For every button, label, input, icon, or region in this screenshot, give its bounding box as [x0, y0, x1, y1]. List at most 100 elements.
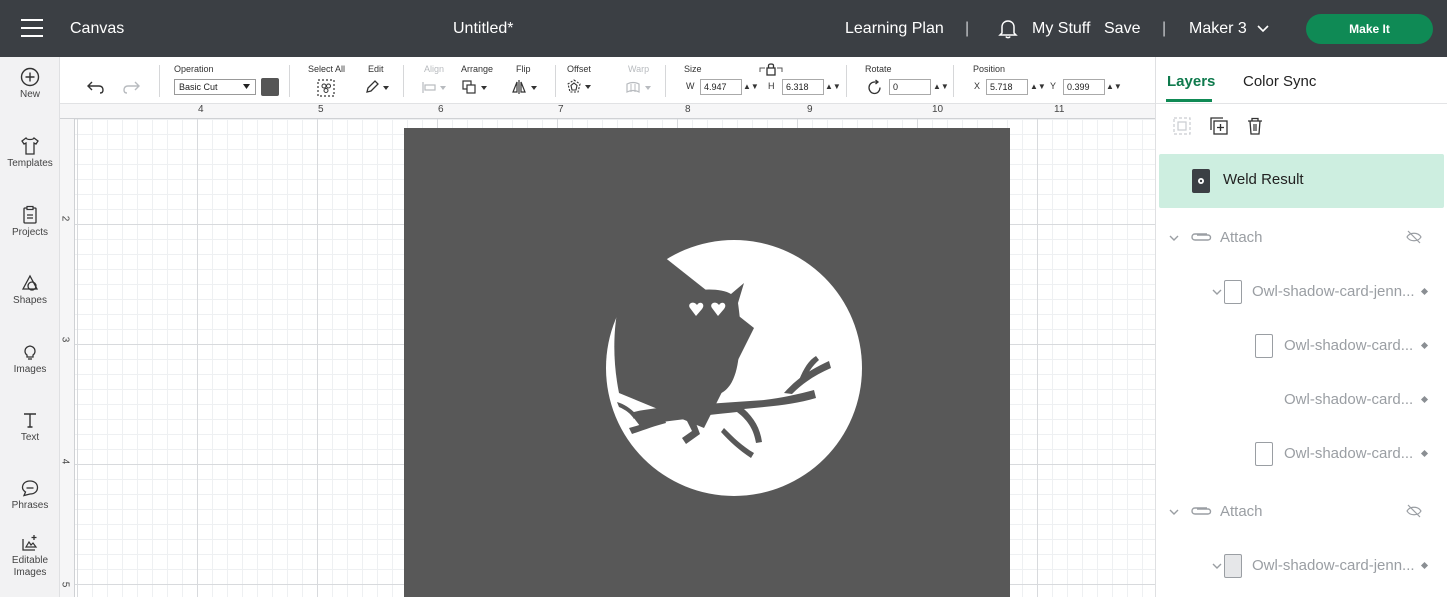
y-stepper[interactable]: ▲▼ [1106, 79, 1122, 95]
layer-row-owl-shape[interactable]: Owl-shadow-card... [1156, 429, 1447, 479]
ruler-tick-label: 2 [59, 215, 71, 222]
rail-label: Text [20, 432, 40, 443]
operation-select[interactable]: Basic Cut [174, 79, 256, 95]
layer-row-owl-shape[interactable]: Owl-shadow-card... [1156, 375, 1447, 425]
chevron-down-icon[interactable] [1169, 507, 1179, 517]
layer-label: Owl-shadow-card-jenn... [1252, 557, 1415, 574]
rail-projects[interactable]: Projects [0, 205, 60, 238]
group-icon[interactable] [1173, 117, 1191, 135]
rail-images[interactable]: Images [0, 342, 60, 375]
rail-templates[interactable]: Templates [0, 136, 60, 169]
warp-icon[interactable] [626, 81, 654, 94]
color-swatch[interactable] [261, 78, 279, 96]
owl-moon-image[interactable] [404, 128, 1010, 597]
rail-editable-images[interactable]: Editable Images [0, 533, 60, 579]
align-icon[interactable] [422, 81, 448, 94]
shapes-icon [21, 274, 39, 291]
ruler-tick-label: 5 [318, 104, 324, 115]
rotate-icon[interactable] [866, 79, 883, 96]
width-stepper[interactable]: ▲▼ [743, 79, 759, 95]
x-stepper[interactable]: ▲▼ [1030, 79, 1046, 95]
rotate-stepper[interactable]: ▲▼ [933, 79, 949, 95]
align-label: Align [424, 64, 445, 74]
attach-paperclip-icon [1191, 507, 1212, 515]
tab-layers[interactable]: Layers [1167, 73, 1215, 90]
make-it-button[interactable]: Make It [1306, 14, 1433, 44]
select-all-label: Select All [308, 64, 346, 74]
x-input[interactable]: 5.718 [986, 79, 1028, 95]
plus-circle-icon [20, 67, 40, 87]
chevron-down-icon [1257, 25, 1269, 33]
flip-icon[interactable] [512, 80, 540, 94]
layer-thumbnail [1224, 280, 1242, 304]
rail-text[interactable]: Text [0, 410, 60, 443]
panel-divider [1156, 103, 1447, 104]
ruler-tick-label: 5 [59, 581, 71, 588]
rotate-input[interactable]: 0 [889, 79, 931, 95]
layer-row-owl-group[interactable]: Owl-shadow-card-jenn... [1156, 267, 1447, 317]
layer-row-weld-result[interactable]: Weld Result [1159, 154, 1444, 208]
speech-bubble-icon [21, 480, 39, 497]
machine-label: Maker 3 [1189, 20, 1247, 37]
chevron-down-icon[interactable] [1212, 287, 1222, 297]
arrange-icon[interactable] [462, 80, 490, 94]
my-stuff-link[interactable]: My Stuff [1032, 0, 1090, 57]
hamburger-menu-icon[interactable] [21, 19, 43, 37]
toolbar-divider [953, 65, 954, 97]
toolbar-divider [159, 65, 160, 97]
duplicate-icon[interactable] [1210, 117, 1228, 135]
layer-label: Weld Result [1223, 171, 1304, 188]
y-input[interactable]: 0.399 [1063, 79, 1105, 95]
bell-icon[interactable] [997, 17, 1019, 39]
rail-new[interactable]: New [0, 67, 60, 100]
document-title[interactable]: Untitled* [453, 0, 513, 57]
size-label: Size [684, 64, 702, 74]
trash-icon[interactable] [1246, 117, 1264, 135]
rail-label: Editable Images [11, 555, 49, 578]
text-icon [24, 413, 36, 428]
toolbar-divider [846, 65, 847, 97]
ruler-tick-label: 6 [438, 104, 444, 115]
layer-label: Owl-shadow-card... [1284, 337, 1414, 354]
select-all-icon[interactable] [317, 79, 335, 97]
ruler-tick-label: 4 [59, 458, 71, 465]
chevron-down-icon[interactable] [1212, 561, 1222, 571]
ruler-tick-label: 10 [932, 104, 944, 115]
edit-pencil-icon[interactable] [365, 80, 391, 94]
rail-shapes[interactable]: Shapes [0, 273, 60, 306]
learning-plan-link[interactable]: Learning Plan [845, 0, 944, 57]
chevron-down-icon[interactable] [1169, 233, 1179, 243]
height-stepper[interactable]: ▲▼ [825, 79, 841, 95]
machine-select[interactable]: Maker 3 [1189, 0, 1269, 57]
layers-panel: Layers Color Sync Weld Result Attach Owl… [1155, 57, 1447, 597]
layer-color-dot [1420, 341, 1429, 350]
editable-images-icon [22, 535, 38, 551]
card-design[interactable] [404, 128, 1010, 597]
width-input[interactable]: 4.947 [700, 79, 742, 95]
width-label: W [686, 81, 695, 91]
eye-hidden-icon[interactable] [1406, 230, 1422, 244]
save-button[interactable]: Save [1104, 0, 1140, 57]
layer-thumbnail [1255, 442, 1273, 466]
layer-row-attach[interactable]: Attach [1156, 487, 1447, 537]
eye-hidden-icon[interactable] [1406, 504, 1422, 518]
layer-row-attach[interactable]: Attach [1156, 213, 1447, 263]
lock-icon[interactable] [759, 60, 783, 78]
rail-label: Images [13, 364, 47, 375]
owl-thumbnail-icon [1198, 178, 1204, 184]
layer-label: Attach [1220, 229, 1263, 246]
ruler-vertical: 2 3 4 5 [59, 119, 75, 597]
rail-phrases[interactable]: Phrases [0, 478, 60, 511]
height-input[interactable]: 6.318 [782, 79, 824, 95]
layer-row-owl-group[interactable]: Owl-shadow-card-jenn... [1156, 541, 1447, 591]
layer-row-owl-shape[interactable]: Owl-shadow-card... [1156, 321, 1447, 371]
offset-label: Offset [567, 64, 591, 74]
redo-icon[interactable] [122, 80, 140, 94]
clipboard-icon [23, 205, 37, 224]
height-label: H [768, 81, 775, 91]
undo-icon[interactable] [87, 80, 105, 94]
edit-toolbar: Operation Basic Cut Select All Edit Alig… [60, 57, 1155, 104]
tab-color-sync[interactable]: Color Sync [1243, 73, 1316, 90]
offset-icon[interactable] [566, 79, 594, 95]
rail-label: New [19, 89, 40, 100]
